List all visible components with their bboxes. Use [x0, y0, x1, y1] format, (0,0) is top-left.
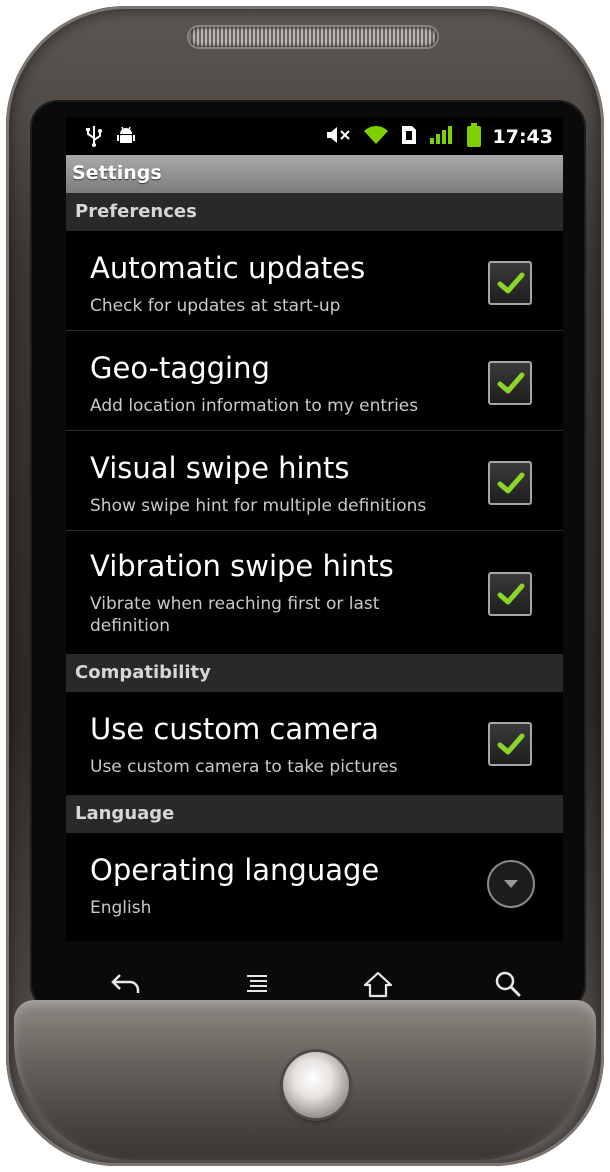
- title-bar: Settings: [66, 155, 563, 193]
- section-label: Language: [75, 803, 175, 824]
- device-screen: 17:43 Settings Preferences Automatic upd…: [66, 117, 563, 941]
- geo-tagging-checkbox[interactable]: [488, 361, 532, 405]
- search-button[interactable]: [488, 964, 528, 1004]
- pref-title: Geo-tagging: [90, 351, 270, 385]
- automatic-updates-checkbox[interactable]: [488, 261, 532, 305]
- pref-vibration-swipe-hints[interactable]: Vibration swipe hints Vibrate when reach…: [66, 531, 563, 653]
- checkmark-icon: [497, 472, 525, 494]
- battery-icon: [466, 123, 481, 151]
- section-label: Preferences: [75, 201, 197, 222]
- pref-summary: Add location information to my entries: [90, 396, 419, 416]
- pref-automatic-updates[interactable]: Automatic updates Check for updates at s…: [66, 231, 563, 331]
- visual-swipe-hints-checkbox[interactable]: [488, 461, 532, 505]
- use-custom-camera-checkbox[interactable]: [488, 722, 532, 766]
- sim-icon: [401, 125, 417, 149]
- pref-operating-language[interactable]: Operating language English: [66, 833, 563, 941]
- pref-visual-swipe-hints[interactable]: Visual swipe hints Show swipe hint for m…: [66, 431, 563, 531]
- section-header-language: Language: [66, 795, 563, 833]
- pref-title: Visual swipe hints: [90, 451, 350, 485]
- status-bar: 17:43: [66, 117, 563, 155]
- section-label: Compatibility: [75, 662, 211, 683]
- pref-summary: Use custom camera to take pictures: [90, 757, 398, 777]
- back-icon: [111, 974, 140, 993]
- search-icon: [495, 971, 521, 997]
- back-button[interactable]: [106, 964, 146, 1004]
- checkmark-icon: [497, 583, 525, 605]
- pref-title: Automatic updates: [90, 251, 366, 285]
- wifi-icon: [363, 125, 389, 149]
- home-button[interactable]: [358, 964, 398, 1004]
- pref-title: Use custom camera: [90, 712, 379, 746]
- pref-use-custom-camera[interactable]: Use custom camera Use custom camera to t…: [66, 692, 563, 794]
- section-header-compatibility: Compatibility: [66, 654, 563, 692]
- menu-icon: [247, 975, 267, 992]
- earpiece-speaker: [189, 27, 437, 47]
- usb-icon: [86, 125, 102, 151]
- pref-summary: English: [90, 898, 152, 918]
- checkmark-icon: [497, 372, 525, 394]
- pref-title: Vibration swipe hints: [90, 549, 394, 583]
- pref-summary: Vibrate when reaching first or last defi…: [90, 594, 380, 636]
- section-header-preferences: Preferences: [66, 193, 563, 231]
- pref-geo-tagging[interactable]: Geo-tagging Add location information to …: [66, 331, 563, 431]
- chevron-down-icon: [504, 880, 518, 888]
- checkmark-icon: [497, 272, 525, 294]
- page-title: Settings: [72, 162, 162, 184]
- checkmark-icon: [497, 733, 525, 755]
- pref-summary: Show swipe hint for multiple definitions: [90, 496, 427, 516]
- android-debug-icon: [116, 126, 136, 150]
- signal-icon: [429, 125, 455, 149]
- pref-title: Operating language: [90, 853, 380, 887]
- pref-summary: Check for updates at start-up: [90, 296, 341, 316]
- language-dropdown-button[interactable]: [487, 860, 535, 908]
- menu-button[interactable]: [237, 964, 277, 1004]
- trackball-button[interactable]: [283, 1052, 349, 1118]
- status-time: 17:43: [492, 126, 553, 148]
- home-icon: [363, 971, 393, 998]
- mute-icon: [325, 125, 351, 149]
- vibration-swipe-hints-checkbox[interactable]: [488, 572, 532, 616]
